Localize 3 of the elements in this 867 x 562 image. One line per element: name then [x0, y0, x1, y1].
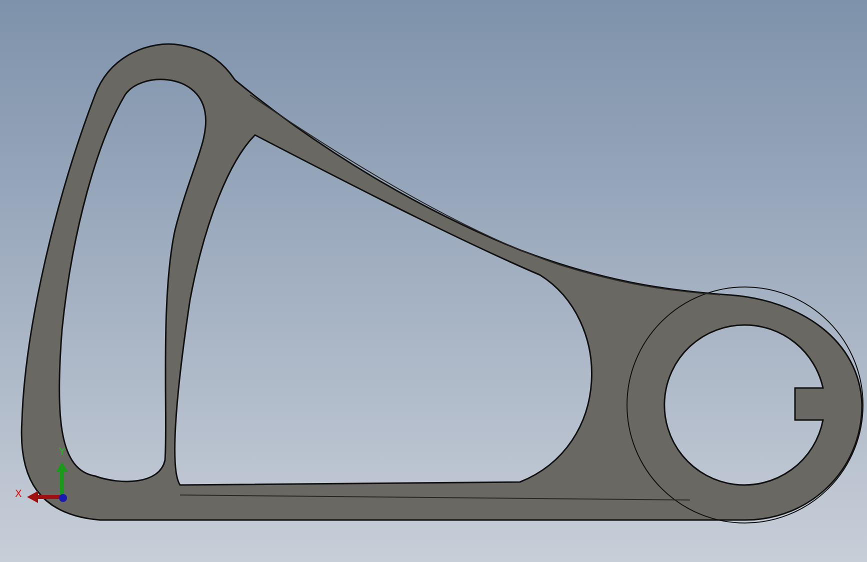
axis-triad-icon: [27, 462, 68, 503]
x-axis-label: X: [15, 489, 22, 500]
y-axis-label: Y: [59, 447, 66, 458]
